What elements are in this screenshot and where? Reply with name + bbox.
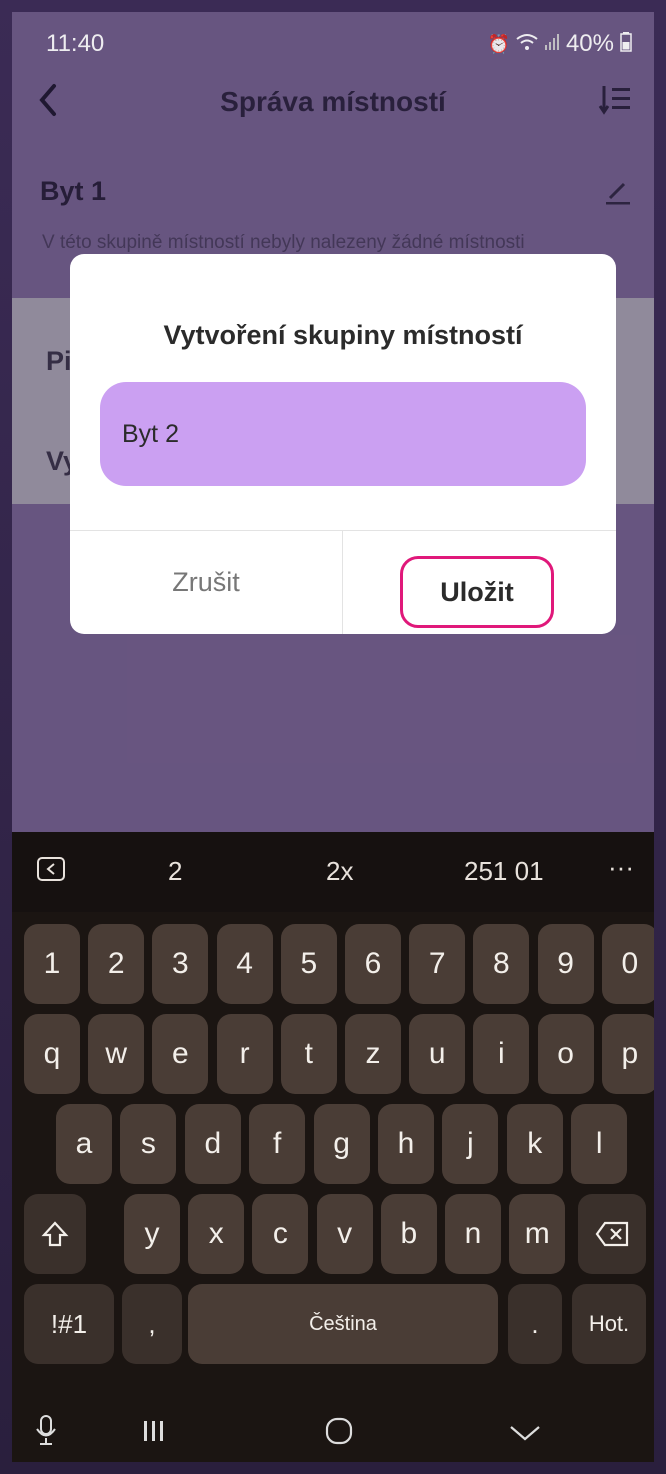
key-e[interactable]: e xyxy=(152,1014,209,1094)
symbols-key[interactable]: !#1 xyxy=(24,1284,114,1364)
dialog-title: Vytvoření skupiny místností xyxy=(163,320,523,350)
room-group-name-input[interactable] xyxy=(100,382,586,486)
period-key[interactable]: . xyxy=(508,1284,562,1364)
key-d[interactable]: d xyxy=(184,1104,241,1184)
key-i[interactable]: i xyxy=(473,1014,530,1094)
key-1[interactable]: 1 xyxy=(24,924,80,1004)
hide-keyboard-icon[interactable] xyxy=(508,1418,542,1452)
space-key[interactable]: Čeština xyxy=(188,1284,498,1364)
suggestion-1[interactable]: 2 xyxy=(168,856,182,887)
save-button[interactable]: Uložit xyxy=(400,556,554,628)
key-6[interactable]: 6 xyxy=(345,924,401,1004)
microphone-icon[interactable] xyxy=(34,1414,58,1454)
shift-key[interactable] xyxy=(24,1194,86,1274)
key-g[interactable]: g xyxy=(313,1104,370,1184)
recent-apps-icon[interactable] xyxy=(140,1418,168,1452)
key-4[interactable]: 4 xyxy=(216,924,273,1004)
key-8[interactable]: 8 xyxy=(473,924,530,1004)
key-v[interactable]: v xyxy=(316,1194,373,1274)
key-w[interactable]: w xyxy=(88,1014,145,1094)
key-s[interactable]: s xyxy=(120,1104,177,1184)
key-2[interactable]: 2 xyxy=(88,924,145,1004)
key-t[interactable]: t xyxy=(280,1014,337,1094)
key-c[interactable]: c xyxy=(252,1194,309,1274)
home-icon[interactable] xyxy=(324,1416,354,1454)
key-0[interactable]: 0 xyxy=(601,924,654,1004)
key-7[interactable]: 7 xyxy=(409,924,466,1004)
key-p[interactable]: p xyxy=(601,1014,654,1094)
more-suggestions-icon[interactable]: ··· xyxy=(608,852,634,883)
key-o[interactable]: o xyxy=(537,1014,594,1094)
suggestion-bar: 2 2x 251 01 ··· xyxy=(12,832,654,912)
system-navigation-bar xyxy=(12,1402,654,1462)
key-q[interactable]: q xyxy=(24,1014,80,1094)
key-b[interactable]: b xyxy=(380,1194,437,1274)
key-r[interactable]: r xyxy=(216,1014,273,1094)
key-h[interactable]: h xyxy=(378,1104,434,1184)
comma-key[interactable]: , xyxy=(122,1284,182,1364)
key-y[interactable]: y xyxy=(124,1194,180,1274)
create-room-group-dialog: Vytvoření skupiny místností Zrušit Uloži… xyxy=(70,254,616,634)
key-u[interactable]: u xyxy=(409,1014,466,1094)
cancel-button[interactable]: Zrušit xyxy=(70,531,342,634)
suggestion-3[interactable]: 251 01 xyxy=(464,856,544,887)
keyboard-toggle-icon[interactable] xyxy=(36,854,66,891)
key-z[interactable]: z xyxy=(345,1014,401,1094)
key-a[interactable]: a xyxy=(56,1104,112,1184)
phone-screen: 11:40 ⏰ 40% Správa místností Byt 1 V tét… xyxy=(12,12,654,1462)
key-5[interactable]: 5 xyxy=(280,924,337,1004)
key-n[interactable]: n xyxy=(445,1194,501,1274)
key-f[interactable]: f xyxy=(249,1104,306,1184)
key-k[interactable]: k xyxy=(506,1104,563,1184)
backspace-key[interactable] xyxy=(578,1194,646,1274)
done-key[interactable]: Hot. xyxy=(572,1284,646,1364)
keyboard: 2 2x 251 01 ··· 1234567890 qwertzuiop as… xyxy=(12,832,654,1462)
key-3[interactable]: 3 xyxy=(152,924,209,1004)
key-m[interactable]: m xyxy=(509,1194,566,1274)
key-l[interactable]: l xyxy=(571,1104,628,1184)
save-button-label: Uložit xyxy=(440,576,514,607)
suggestion-2[interactable]: 2x xyxy=(326,856,353,887)
dialog-button-divider xyxy=(342,530,343,634)
device-frame: 11:40 ⏰ 40% Správa místností Byt 1 V tét… xyxy=(0,0,666,1474)
key-x[interactable]: x xyxy=(188,1194,245,1274)
key-9[interactable]: 9 xyxy=(537,924,594,1004)
key-j[interactable]: j xyxy=(442,1104,499,1184)
